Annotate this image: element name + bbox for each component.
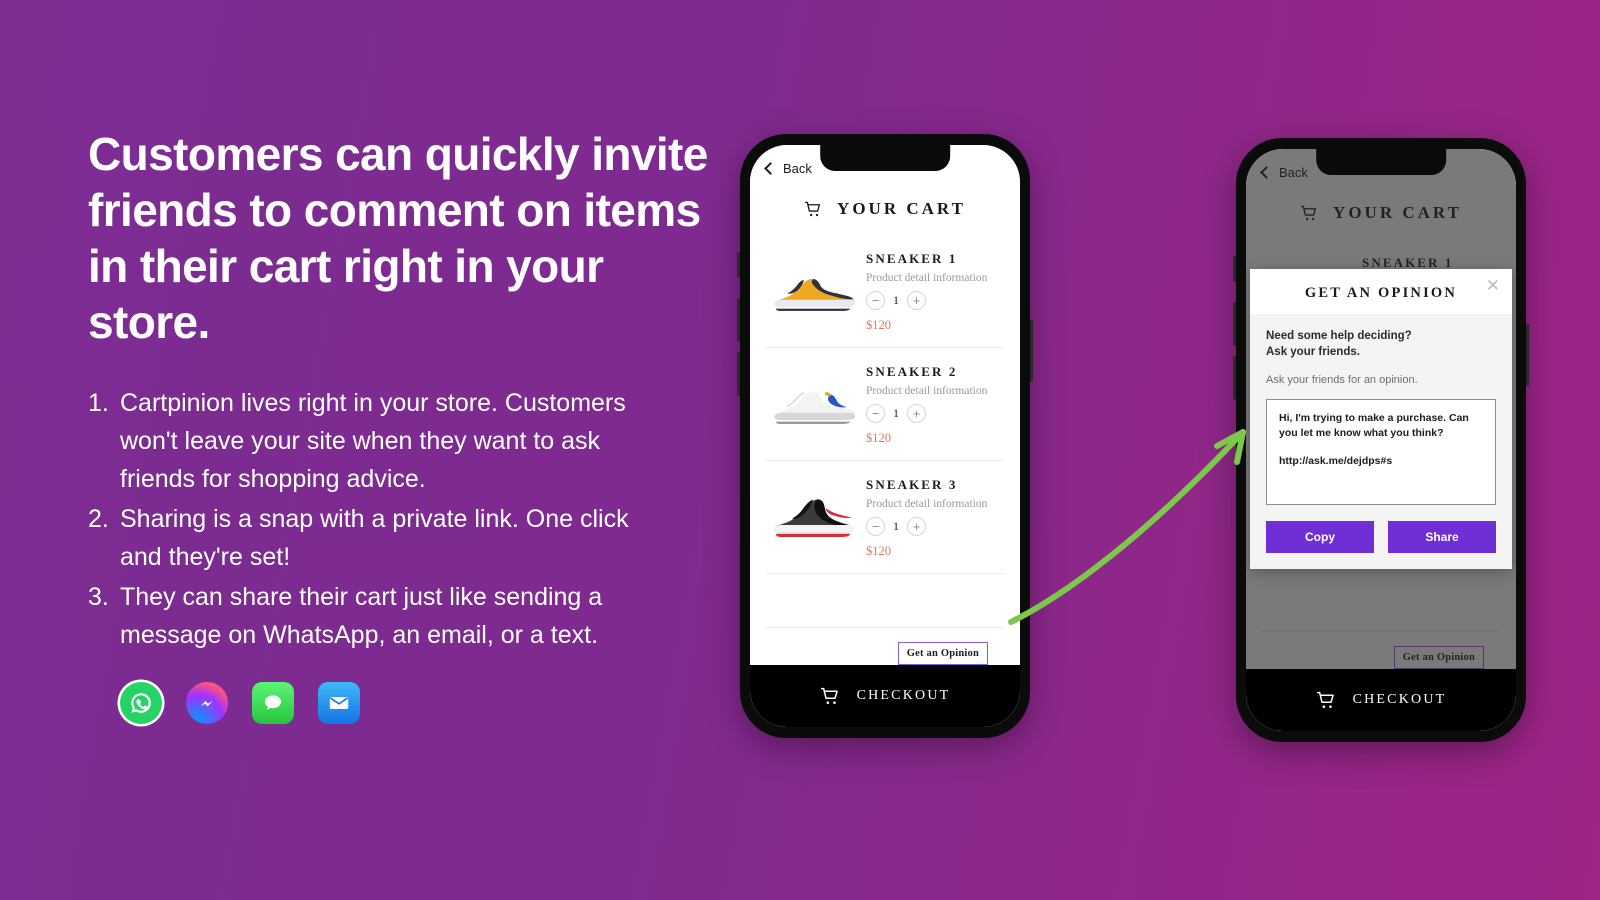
- back-label: Back: [783, 160, 812, 176]
- phone-volume-down-button: [737, 352, 740, 396]
- increase-quantity-button[interactable]: +: [907, 404, 926, 423]
- mail-icon: [318, 682, 360, 724]
- phone-volume-down-button: [1233, 356, 1236, 400]
- phone-mockup-modal: Back YOUR CART SNEAKER 1 Ge: [1233, 138, 1529, 742]
- product-price: $120: [866, 544, 891, 558]
- annotation-arrow: [1008, 429, 1246, 625]
- list-item-text: Cartpinion lives right in your store. Cu…: [120, 389, 626, 493]
- phone-power-button: [1030, 320, 1033, 382]
- decrease-quantity-button[interactable]: −: [866, 291, 885, 310]
- quantity-stepper[interactable]: − 1 +: [866, 404, 1004, 423]
- product-info: SNEAKER 3 Product detail information − 1…: [866, 475, 1004, 559]
- increase-quantity-button[interactable]: +: [907, 291, 926, 310]
- modal-actions: Copy Share: [1266, 521, 1496, 553]
- product-thumbnail-sneaker-1: [766, 249, 858, 333]
- share-message-textarea[interactable]: Hi, I'm trying to make a purchase. Can y…: [1266, 399, 1496, 505]
- checkout-label: CHECKOUT: [1352, 692, 1447, 707]
- cart-screen: Back YOUR CART SNEAKER 1 Product detail …: [750, 145, 1020, 727]
- list-item: 1. Cartpinion lives right in your store.…: [88, 384, 673, 498]
- list-item-number: 2.: [88, 505, 109, 533]
- phone-mockup-cart: Back YOUR CART SNEAKER 1 Product detail …: [737, 134, 1033, 738]
- cart-item[interactable]: SNEAKER 1 Product detail information − 1…: [766, 235, 1004, 348]
- decrease-quantity-button[interactable]: −: [866, 517, 885, 536]
- quantity-value: 1: [893, 293, 899, 307]
- product-description: Product detail information: [866, 498, 988, 510]
- left-content-column: Customers can quickly invite friends to …: [88, 126, 728, 724]
- product-thumbnail-sneaker-2: [766, 362, 858, 446]
- cart-icon: [804, 201, 821, 216]
- decrease-quantity-button[interactable]: −: [866, 404, 885, 423]
- product-price: $120: [866, 431, 891, 445]
- messages-icon: [252, 682, 294, 724]
- cart-icon: [1316, 691, 1334, 708]
- messenger-icon: [186, 682, 228, 724]
- phone-screen: Back YOUR CART SNEAKER 1 Product detail …: [750, 145, 1020, 727]
- share-link-text: http://ask.me/dejdps#s: [1279, 455, 1393, 467]
- phone-notch: [1316, 149, 1446, 175]
- modal-title: GET AN OPINION: [1304, 285, 1458, 301]
- quantity-value: 1: [893, 406, 899, 420]
- product-description: Product detail information: [866, 385, 988, 397]
- page-headline: Customers can quickly invite friends to …: [88, 128, 708, 348]
- product-name: SNEAKER 1: [866, 251, 958, 266]
- phone-screen: Back YOUR CART SNEAKER 1 Ge: [1246, 149, 1516, 731]
- get-opinion-row: Get an Opinion: [766, 627, 1004, 665]
- share-message-text: Hi, I'm trying to make a purchase. Can y…: [1279, 412, 1469, 439]
- product-price: $120: [866, 318, 891, 332]
- copy-button[interactable]: Copy: [1266, 521, 1374, 553]
- list-item-text: Sharing is a snap with a private link. O…: [120, 505, 629, 571]
- modal-header: ✕ GET AN OPINION: [1250, 269, 1512, 314]
- cart-title-text: YOUR CART: [837, 199, 966, 218]
- quantity-stepper[interactable]: − 1 +: [866, 291, 1004, 310]
- modal-subtitle: Ask your friends for an opinion.: [1266, 374, 1418, 386]
- product-info: SNEAKER 1 Product detail information − 1…: [866, 249, 1004, 333]
- checkout-bar[interactable]: CHECKOUT: [1246, 669, 1516, 731]
- modal-body: Need some help deciding? Ask your friend…: [1250, 314, 1512, 569]
- phone-mute-button: [737, 252, 740, 278]
- cart-icon: [820, 687, 838, 704]
- list-item: 2. Sharing is a snap with a private link…: [88, 500, 673, 576]
- quantity-stepper[interactable]: − 1 +: [866, 517, 1004, 536]
- product-description: Product detail information: [866, 272, 988, 284]
- whatsapp-icon: [120, 682, 162, 724]
- product-name: SNEAKER 3: [866, 477, 958, 492]
- phone-mute-button: [1233, 256, 1236, 282]
- increase-quantity-button[interactable]: +: [907, 517, 926, 536]
- share-button[interactable]: Share: [1388, 521, 1496, 553]
- phone-volume-up-button: [1233, 302, 1236, 346]
- list-item-text: They can share their cart just like send…: [120, 583, 603, 649]
- list-item-number: 3.: [88, 583, 109, 611]
- phone-notch: [820, 145, 950, 171]
- checkout-label: CHECKOUT: [856, 688, 951, 703]
- list-item-number: 1.: [88, 389, 109, 417]
- product-name: SNEAKER 2: [866, 364, 958, 379]
- chevron-left-icon: [764, 161, 777, 175]
- cart-header: YOUR CART: [750, 191, 1020, 235]
- cart-item[interactable]: SNEAKER 2 Product detail information − 1…: [766, 348, 1004, 461]
- phone-power-button: [1526, 324, 1529, 386]
- phone-volume-up-button: [737, 298, 740, 342]
- product-info: SNEAKER 2 Product detail information − 1…: [866, 362, 1004, 446]
- modal-prompt-line-2: Ask your friends.: [1266, 346, 1360, 358]
- modal-prompt-line-1: Need some help deciding?: [1266, 330, 1412, 342]
- feature-list: 1. Cartpinion lives right in your store.…: [88, 384, 673, 654]
- cart-item[interactable]: SNEAKER 3 Product detail information − 1…: [766, 461, 1004, 574]
- cart-items-list: SNEAKER 1 Product detail information − 1…: [750, 235, 1020, 627]
- product-thumbnail-sneaker-3: [766, 475, 858, 559]
- share-app-icons: [120, 682, 728, 724]
- get-an-opinion-button[interactable]: Get an Opinion: [897, 642, 988, 665]
- close-icon[interactable]: ✕: [1486, 277, 1500, 294]
- quantity-value: 1: [893, 519, 899, 533]
- list-item: 3. They can share their cart just like s…: [88, 578, 673, 654]
- back-button[interactable]: Back: [764, 160, 812, 176]
- checkout-bar[interactable]: CHECKOUT: [750, 665, 1020, 727]
- get-opinion-modal: ✕ GET AN OPINION Need some help deciding…: [1250, 269, 1512, 569]
